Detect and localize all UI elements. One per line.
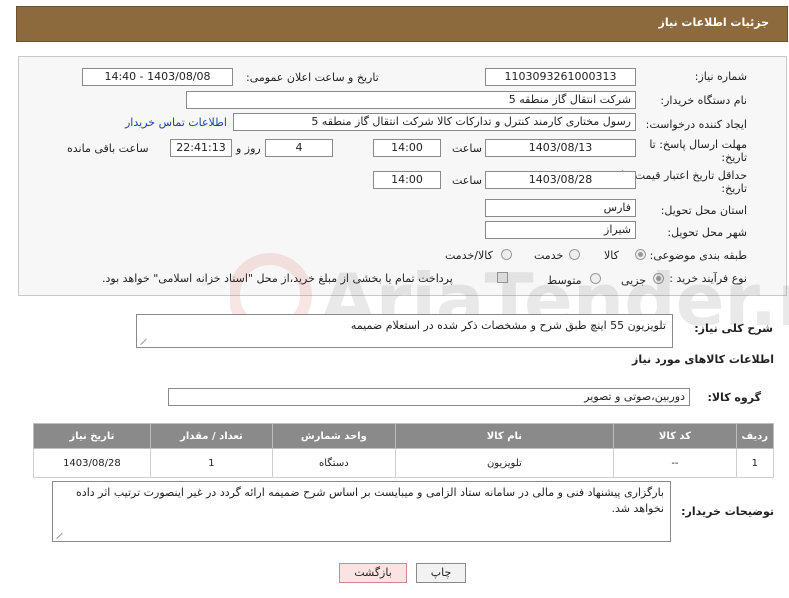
price-validity-date-field[interactable]: 1403/08/28: [485, 171, 636, 189]
days-remaining-field[interactable]: 4: [265, 139, 333, 157]
col-row: ردیف: [735, 423, 775, 449]
buyer-org-field[interactable]: شرکت انتقال گاز منطقه 5: [186, 91, 636, 109]
col-code: کد کالا: [613, 423, 737, 449]
announce-label: تاریخ و ساعت اعلان عمومی:: [246, 71, 379, 84]
deadline-time-label: ساعت: [452, 142, 482, 155]
deadline-label: مهلت ارسال پاسخ: تا: [649, 138, 747, 151]
goods-table: ردیف کد کالا نام کالا واحد شمارش تعداد /…: [33, 423, 775, 478]
back-button[interactable]: بازگشت: [339, 563, 407, 583]
category-option-service: خدمت: [534, 249, 564, 262]
goods-section-title: اطلاعات کالاهای مورد نیاز: [632, 353, 774, 366]
category-radio-goods-service[interactable]: [501, 249, 512, 260]
process-option-medium: متوسط: [547, 274, 582, 287]
need-number-field[interactable]: 1103093261000313: [485, 68, 636, 86]
process-label: نوع فرآیند خرید :: [669, 272, 747, 285]
deadline-date-field[interactable]: 1403/08/13: [485, 139, 636, 157]
category-radio-service[interactable]: [569, 249, 580, 260]
price-validity-time-field[interactable]: 14:00: [373, 171, 441, 189]
city-field[interactable]: شیراز: [485, 221, 636, 239]
category-option-goods-service: کالا/خدمت: [445, 249, 493, 262]
treasury-payment-checkbox[interactable]: [497, 272, 508, 283]
process-radio-minor[interactable]: [653, 273, 664, 284]
col-qty: تعداد / مقدار: [149, 423, 274, 449]
table-row[interactable]: 1 -- تلویزیون دستگاه 1 1403/08/28: [33, 448, 775, 478]
goods-group-label: گروه کالا:: [707, 391, 761, 404]
cell-code: --: [613, 448, 737, 478]
deadline-time-field[interactable]: 14:00: [373, 139, 441, 157]
goods-group-field[interactable]: دوربین،صوتی و تصویر: [168, 388, 690, 406]
buyer-notes-text: بارگزاری پیشنهاد فنی و مالی در سامانه ست…: [76, 486, 664, 515]
buyer-notes-label: توضیحات خریدار:: [681, 505, 774, 518]
price-validity-label: حداقل تاریخ اعتبار قیمت: تا: [621, 169, 747, 182]
announce-datetime-field[interactable]: 1403/08/08 - 14:40: [82, 68, 233, 86]
process-radio-medium[interactable]: [590, 273, 601, 284]
remaining-time-label: ساعت باقی مانده: [67, 142, 149, 155]
remaining-time-field[interactable]: 22:41:13: [170, 139, 232, 157]
process-option-minor: جزیی: [621, 274, 647, 287]
cell-row: 1: [735, 448, 775, 478]
city-label: شهر محل تحویل:: [667, 226, 747, 239]
summary-text: تلویزیون 55 اینچ طبق شرح و مشخصات ذکر شد…: [350, 319, 666, 332]
summary-textarea[interactable]: تلویزیون 55 اینچ طبق شرح و مشخصات ذکر شد…: [136, 314, 673, 348]
creator-label: ایجاد کننده درخواست:: [645, 118, 747, 131]
summary-label: شرح کلی نیاز:: [694, 322, 773, 335]
price-validity-label-date: تاریخ:: [721, 182, 747, 195]
category-radio-goods[interactable]: [635, 249, 646, 260]
buyer-contact-link[interactable]: اطلاعات تماس خریدار: [125, 116, 227, 129]
days-label: روز و: [236, 142, 261, 155]
buyer-notes-textarea[interactable]: بارگزاری پیشنهاد فنی و مالی در سامانه ست…: [52, 481, 671, 542]
treasury-payment-note: پرداخت تمام یا بخشی از مبلغ خرید،از محل …: [102, 272, 453, 285]
need-number-label: شماره نیاز:: [694, 70, 747, 83]
cell-name: تلویزیون: [394, 448, 615, 478]
resize-handle-icon[interactable]: [141, 337, 149, 345]
goods-table-header: ردیف کد کالا نام کالا واحد شمارش تعداد /…: [33, 423, 775, 449]
resize-handle-icon[interactable]: [57, 531, 65, 539]
cell-date: 1403/08/28: [33, 448, 151, 478]
creator-field[interactable]: رسول مختاری کارمند کنترل و تدارکات کالا …: [233, 113, 636, 131]
col-unit: واحد شمارش: [272, 423, 396, 449]
category-option-goods: کالا: [604, 249, 619, 262]
deadline-label-date: تاریخ:: [721, 151, 747, 164]
col-name: نام کالا: [394, 423, 615, 449]
print-button[interactable]: چاپ: [416, 563, 466, 583]
page-title: جزئیات اطلاعات نیاز: [658, 16, 770, 29]
province-label: استان محل تحویل:: [660, 204, 747, 217]
buyer-org-label: نام دستگاه خریدار:: [660, 94, 747, 107]
province-field[interactable]: فارس: [485, 199, 636, 217]
cell-unit: دستگاه: [272, 448, 396, 478]
price-validity-time-label: ساعت: [452, 174, 482, 187]
category-label: طبقه بندی موضوعی:: [649, 249, 747, 262]
cell-qty: 1: [149, 448, 274, 478]
col-date: تاریخ نیاز: [33, 423, 151, 449]
